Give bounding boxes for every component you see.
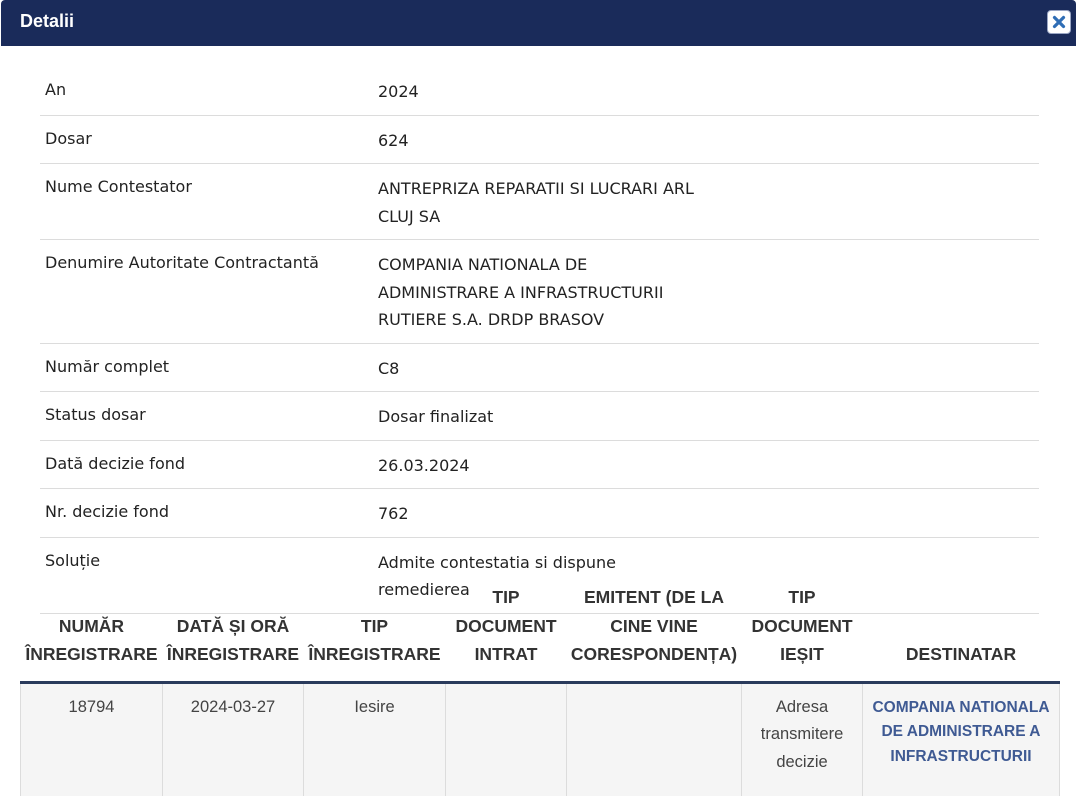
detail-value: COMPANIA NATIONALA DE ADMINISTRARE A INF… (378, 255, 664, 329)
detail-value: 26.03.2024 (378, 455, 470, 475)
details-list: An 2024 Dosar 624 Nume Contestator ANTRE… (40, 67, 1039, 614)
detail-label: Nume Contestator (45, 177, 192, 196)
table-row: 18794 2024-03-27 Iesire Adresa transmite… (20, 682, 1060, 796)
detail-label: An (45, 80, 67, 99)
cell-numar: 18794 (20, 682, 163, 796)
column-header-numar[interactable]: NUMĂR ÎNREGISTRARE (20, 583, 163, 684)
detail-label: Număr complet (45, 356, 170, 376)
registry-table: NUMĂR ÎNREGISTRARE DATĂ ȘI ORĂ ÎNREGISTR… (20, 583, 1060, 796)
detail-row-an: An 2024 (40, 67, 1039, 116)
cell-tip-document-intrat (445, 682, 567, 796)
detail-value: Dosar finalizat (378, 407, 494, 426)
detail-row-data-decizie: Dată decizie fond 26.03.2024 (40, 441, 1039, 489)
dialog-titlebar: Detalii (1, 0, 1076, 46)
detail-row-nr-decizie: Nr. decizie fond 762 (40, 489, 1039, 538)
detail-value: 2024 (378, 82, 419, 101)
cell-tip-inregistrare: Iesire (303, 682, 446, 796)
dialog-title: Detalii (20, 11, 75, 31)
detail-value: 762 (378, 504, 409, 523)
cell-tip-document-iesit: Adresa transmitere decizie (741, 682, 863, 796)
destinatar-link[interactable]: COMPANIA NATIONALA DE ADMINISTRARE A INF… (872, 699, 1049, 765)
column-header-destinatar[interactable]: DESTINATAR (862, 583, 1060, 684)
column-header-emitent[interactable]: EMITENT (DE LA CINE VINE CORESPONDENȚA) (566, 583, 742, 684)
cell-emitent (566, 682, 742, 796)
table-header-row: NUMĂR ÎNREGISTRARE DATĂ ȘI ORĂ ÎNREGISTR… (20, 583, 1060, 684)
detail-label: Status dosar (45, 405, 146, 424)
detail-label: Dosar (45, 128, 92, 148)
cell-destinatar: COMPANIA NATIONALA DE ADMINISTRARE A INF… (862, 682, 1060, 796)
detail-row-numar-complet: Număr complet C8 (40, 344, 1039, 392)
detail-label: Dată decizie fond (45, 453, 186, 473)
cell-data: 2024-03-27 (162, 682, 304, 796)
column-header-data[interactable]: DATĂ ȘI ORĂ ÎNREGISTRARE (162, 583, 304, 684)
close-icon (1052, 15, 1066, 29)
detail-row-autoritate: Denumire Autoritate Contractantă COMPANI… (40, 240, 1039, 344)
column-header-tip-inregistrare[interactable]: TIP ÎNREGISTRARE (303, 583, 446, 684)
detail-label: Soluție (45, 550, 101, 570)
registry-table-wrapper: NUMĂR ÎNREGISTRARE DATĂ ȘI ORĂ ÎNREGISTR… (20, 583, 1060, 796)
detail-row-nume-contestator: Nume Contestator ANTREPRIZA REPARATII SI… (40, 164, 1039, 240)
close-button[interactable] (1047, 10, 1071, 34)
detail-row-dosar: Dosar 624 (40, 116, 1039, 164)
detail-value: 624 (378, 130, 409, 150)
detail-label: Denumire Autoritate Contractantă (45, 253, 319, 272)
detail-value: C8 (378, 358, 400, 378)
detail-value: ANTREPRIZA REPARATII SI LUCRARI ARL CLUJ… (378, 179, 694, 226)
detail-row-status: Status dosar Dosar finalizat (40, 392, 1039, 441)
column-header-tip-document-iesit[interactable]: TIP DOCUMENT IEȘIT (741, 583, 863, 684)
detail-label: Nr. decizie fond (45, 502, 169, 521)
column-header-tip-document-intrat[interactable]: TIP DOCUMENT INTRAT (445, 583, 567, 684)
